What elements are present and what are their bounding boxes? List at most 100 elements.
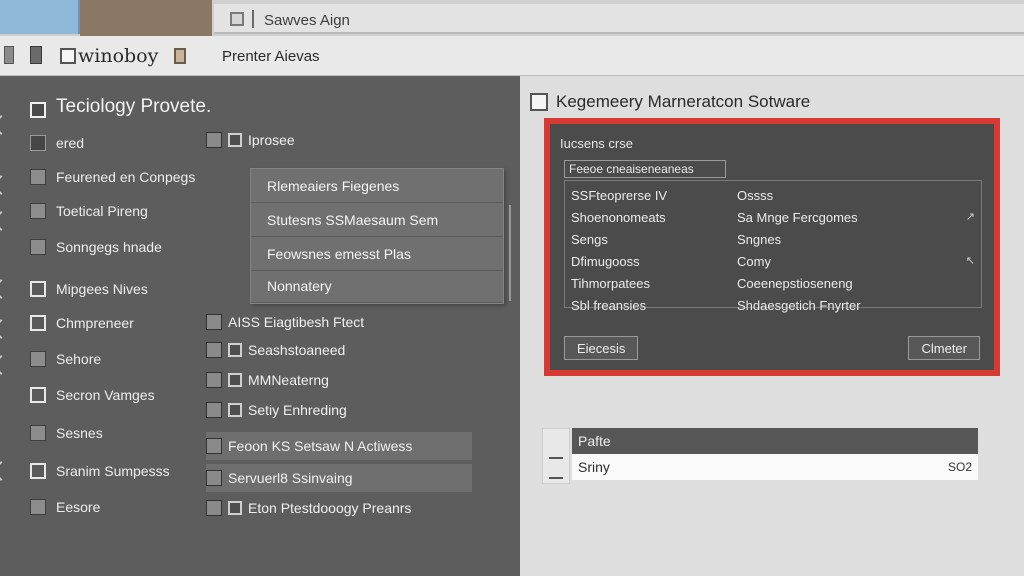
checkbox[interactable]	[30, 351, 46, 367]
tab-title: Sawves Aign	[264, 12, 350, 29]
sidebar-item-label: Toetical Pireng	[56, 203, 148, 219]
sidebar-item[interactable]: Eesore	[30, 496, 100, 518]
sidebar-item[interactable]: Sonngegs hnade	[30, 236, 162, 258]
middle-item-label: MMNeaterng	[248, 372, 329, 388]
middle-item[interactable]: Servuerl8 Ssinvaing	[206, 464, 472, 492]
dropdown-item[interactable]: Nonnatery	[251, 269, 503, 303]
chevron-left-icon[interactable]	[0, 211, 11, 231]
app-icon[interactable]	[0, 0, 80, 34]
chevron-left-icon[interactable]	[0, 115, 11, 135]
expand-icon[interactable]: ↖	[966, 254, 975, 267]
grid-row[interactable]: Sengs Sngnes	[565, 229, 983, 251]
sidebar-item[interactable]: Chmpreneer	[30, 312, 134, 334]
middle-item[interactable]: Iprosee	[206, 128, 295, 152]
item-icon	[228, 343, 242, 357]
sidebar-item[interactable]: Toetical Pireng	[30, 200, 148, 222]
tab-divider	[252, 10, 254, 28]
dialog-right-button[interactable]: Clmeter	[908, 336, 980, 360]
sidebar-item[interactable]: Sranim Sumpesss	[30, 460, 170, 482]
checkbox[interactable]	[206, 402, 222, 418]
list-item-label: Sriny	[578, 459, 610, 475]
window-tab[interactable]: Sawves Aign	[214, 4, 1024, 34]
sidebar-item-label: Mipgees Nives	[56, 281, 148, 297]
list-item[interactable]: Pafte	[572, 428, 978, 454]
grid-cell: Ossss	[737, 188, 774, 203]
list-handle[interactable]	[542, 428, 570, 484]
checkbox[interactable]	[206, 314, 222, 330]
middle-item[interactable]: Setiy Enhreding	[206, 398, 347, 422]
grid-cell: Shoenonomeats	[571, 210, 666, 225]
pane-header: Kegemeery Marneratcon Sotware	[530, 90, 810, 114]
grid-row[interactable]: Sbl freansies Shdaesgetich Fnyrter	[565, 295, 983, 317]
checkbox[interactable]	[30, 315, 46, 331]
checkbox[interactable]	[30, 499, 46, 515]
checkbox[interactable]	[206, 500, 222, 516]
chevron-left-icon[interactable]	[0, 319, 11, 339]
dropdown-item[interactable]: Feowsnes emesst Plas	[251, 237, 503, 271]
toolbar-handle-icon[interactable]	[4, 46, 14, 64]
sidebar-item-label: Secron Vamges	[56, 387, 155, 403]
checkbox[interactable]	[206, 372, 222, 388]
item-icon	[30, 135, 46, 151]
checkbox[interactable]	[30, 239, 46, 255]
menu-item[interactable]: Prenter Aievas	[222, 48, 320, 65]
middle-item[interactable]: Seashstoaneed	[206, 338, 345, 362]
sidebar-item[interactable]: Feurened en Conpegs	[30, 166, 195, 188]
sidebar-item-label: Sranim Sumpesss	[56, 463, 170, 479]
sidebar-item[interactable]: Sesnes	[30, 422, 103, 444]
grid-cell: Sbl freansies	[571, 298, 647, 313]
grid-cell: Shdaesgetich Fnyrter	[737, 298, 861, 313]
sidebar-item[interactable]: ered	[30, 132, 84, 154]
grid-cell: Dfimugooss	[571, 254, 640, 269]
checkbox[interactable]	[206, 438, 222, 454]
middle-item-label: AISS Eiagtibesh Ftect	[228, 314, 365, 330]
middle-item[interactable]: MMNeaterng	[206, 368, 329, 392]
dialog-left-button[interactable]: Eiecesis	[564, 336, 639, 360]
window-icon[interactable]	[60, 48, 76, 64]
checkbox[interactable]	[206, 470, 222, 486]
sidebar-item[interactable]: Sehore	[30, 348, 101, 370]
grid-row[interactable]: Dfimugooss Comy ↖	[565, 251, 983, 273]
right-pane: Kegemeery Marneratcon Sotware Iucsens cr…	[520, 76, 1024, 576]
checkbox[interactable]	[30, 169, 46, 185]
sidebar-item-label: Feurened en Conpegs	[56, 169, 196, 185]
sidebar-item-label: Sehore	[56, 351, 102, 367]
checkbox[interactable]	[30, 463, 46, 479]
scrollbar[interactable]	[509, 205, 511, 301]
grid-row[interactable]: Shoenonomeats Sa Mnge Fercgomes ↗	[565, 207, 983, 229]
toolbar-file-icon[interactable]	[30, 46, 42, 64]
middle-item[interactable]: Eton Ptestdooogy Preanrs	[206, 496, 411, 520]
window-label[interactable]: winoboy	[78, 45, 158, 67]
checkbox[interactable]	[30, 281, 46, 297]
document-icon	[530, 93, 548, 111]
grid-row[interactable]: SSFteoprerse IV Ossss	[565, 185, 983, 207]
list-item[interactable]: Sriny SO2	[572, 454, 978, 480]
expand-icon[interactable]: ↗	[966, 210, 975, 223]
middle-item[interactable]: AISS Eiagtibesh Ftect	[206, 310, 364, 334]
chevron-left-icon[interactable]	[0, 175, 11, 195]
sidebar-title-icon	[30, 102, 46, 118]
dropdown-item[interactable]: Stutesns SSMaesaum Sem	[251, 203, 503, 237]
grid-cell: Comy	[737, 254, 771, 269]
chevron-left-icon[interactable]	[0, 461, 11, 481]
checkbox[interactable]	[206, 342, 222, 358]
dialog-field[interactable]: Feeoe cneaiseneaneas	[564, 160, 726, 178]
sidebar-item-label: Sesnes	[56, 425, 103, 441]
item-icon	[228, 403, 242, 417]
sidebar-item-label: ered	[56, 135, 85, 151]
checkbox[interactable]	[206, 132, 222, 148]
checkbox[interactable]	[30, 387, 46, 403]
checkbox[interactable]	[30, 203, 46, 219]
result-list: Pafte Sriny SO2	[542, 428, 978, 484]
toolbar: winoboy Prenter Aievas	[0, 36, 1024, 76]
folder-icon[interactable]	[174, 48, 186, 64]
dropdown-item[interactable]: Rlemeaiers Fiegenes	[251, 169, 503, 203]
middle-item-label: Servuerl8 Ssinvaing	[228, 470, 353, 486]
checkbox[interactable]	[30, 425, 46, 441]
middle-item[interactable]: Feoon KS Setsaw N Actiwess	[206, 432, 472, 460]
chevron-left-icon[interactable]	[0, 279, 11, 299]
grid-row[interactable]: Tihmorpatees Coeenepstioseneng	[565, 273, 983, 295]
sidebar-item[interactable]: Mipgees Nives	[30, 278, 148, 300]
chevron-left-icon[interactable]	[0, 355, 11, 375]
sidebar-item[interactable]: Secron Vamges	[30, 384, 155, 406]
